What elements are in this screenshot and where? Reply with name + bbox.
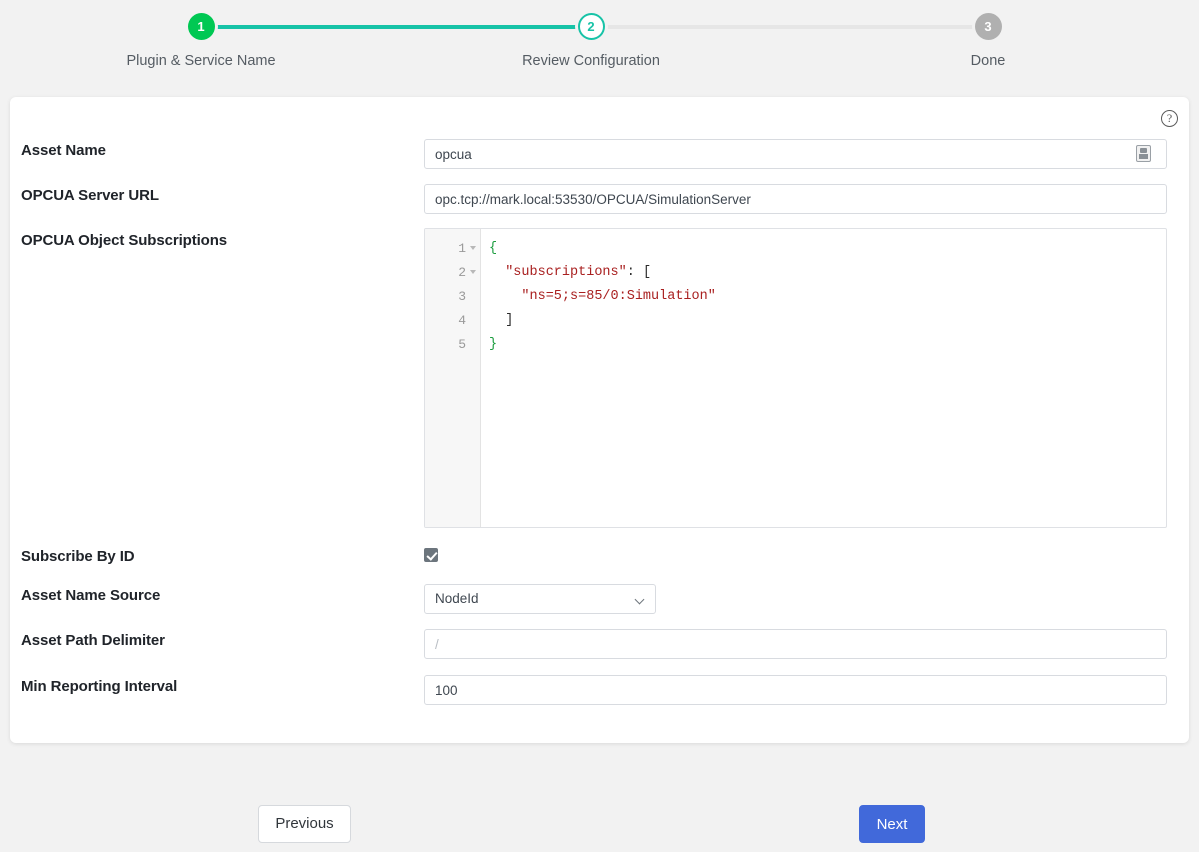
asset-name-source-label: Asset Name Source bbox=[21, 587, 160, 604]
stepper-step-3-circle[interactable]: 3 bbox=[975, 13, 1002, 40]
previous-button[interactable]: Previous bbox=[258, 805, 351, 843]
editor-line-number: 5 bbox=[425, 333, 480, 357]
editor-code-line: ] bbox=[489, 309, 1166, 333]
stepper-step-1[interactable]: 1 Plugin & Service Name bbox=[101, 0, 301, 69]
asset-name-input[interactable] bbox=[424, 139, 1167, 169]
editor-line-number: 3 bbox=[425, 285, 480, 309]
opcua-object-subscriptions-editor[interactable]: 12345 { "subscriptions": [ "ns=5;s=85/0:… bbox=[424, 228, 1167, 528]
autofill-badge-icon[interactable] bbox=[1136, 145, 1151, 162]
opcua-object-subscriptions-label: OPCUA Object Subscriptions bbox=[21, 232, 227, 249]
asset-name-label: Asset Name bbox=[21, 142, 106, 159]
opcua-server-url-label: OPCUA Server URL bbox=[21, 187, 159, 204]
subscribe-by-id-label: Subscribe By ID bbox=[21, 548, 135, 565]
code-fold-arrow-icon[interactable] bbox=[470, 246, 476, 250]
editor-code-line: } bbox=[489, 333, 1166, 357]
stepper-step-3[interactable]: 3 Done bbox=[888, 0, 1088, 69]
code-token: { bbox=[489, 241, 497, 256]
code-token: [ bbox=[643, 265, 651, 280]
code-fold-arrow-icon[interactable] bbox=[470, 270, 476, 274]
editor-line-number: 4 bbox=[425, 309, 480, 333]
code-token: "subscriptions" bbox=[505, 265, 627, 280]
editor-line-number: 2 bbox=[425, 261, 480, 285]
wizard-stepper: 1 Plugin & Service Name 2 Review Configu… bbox=[0, 0, 1199, 96]
chevron-down-icon bbox=[635, 595, 645, 605]
editor-line-number-gutter: 12345 bbox=[425, 229, 481, 527]
asset-path-delimiter-input[interactable] bbox=[424, 629, 1167, 659]
code-token bbox=[489, 289, 521, 304]
min-reporting-interval-label: Min Reporting Interval bbox=[21, 678, 177, 695]
code-token bbox=[489, 313, 505, 328]
asset-name-source-select[interactable]: NodeId bbox=[424, 584, 656, 614]
editor-code-line: { bbox=[489, 237, 1166, 261]
editor-code-line: "subscriptions": [ bbox=[489, 261, 1166, 285]
stepper-step-1-label: Plugin & Service Name bbox=[101, 53, 301, 69]
subscribe-by-id-checkbox[interactable] bbox=[424, 548, 438, 562]
code-token: ] bbox=[505, 313, 513, 328]
code-token: : bbox=[627, 265, 643, 280]
stepper-step-1-circle[interactable]: 1 bbox=[188, 13, 215, 40]
next-button[interactable]: Next bbox=[859, 805, 925, 843]
min-reporting-interval-input[interactable] bbox=[424, 675, 1167, 705]
stepper-step-3-label: Done bbox=[888, 53, 1088, 69]
editor-code-area[interactable]: { "subscriptions": [ "ns=5;s=85/0:Simula… bbox=[481, 229, 1166, 527]
stepper-step-2-label: Review Configuration bbox=[491, 53, 691, 69]
stepper-step-2-circle[interactable]: 2 bbox=[578, 13, 605, 40]
editor-code-line: "ns=5;s=85/0:Simulation" bbox=[489, 285, 1166, 309]
asset-path-delimiter-label: Asset Path Delimiter bbox=[21, 632, 165, 649]
code-token: } bbox=[489, 337, 497, 352]
stepper-step-2[interactable]: 2 Review Configuration bbox=[491, 0, 691, 69]
asset-name-source-value: NodeId bbox=[435, 585, 479, 613]
help-circle-icon[interactable]: ? bbox=[1161, 110, 1178, 127]
opcua-server-url-input[interactable] bbox=[424, 184, 1167, 214]
editor-line-number: 1 bbox=[425, 237, 480, 261]
code-token bbox=[489, 265, 505, 280]
code-token: "ns=5;s=85/0:Simulation" bbox=[521, 289, 715, 304]
